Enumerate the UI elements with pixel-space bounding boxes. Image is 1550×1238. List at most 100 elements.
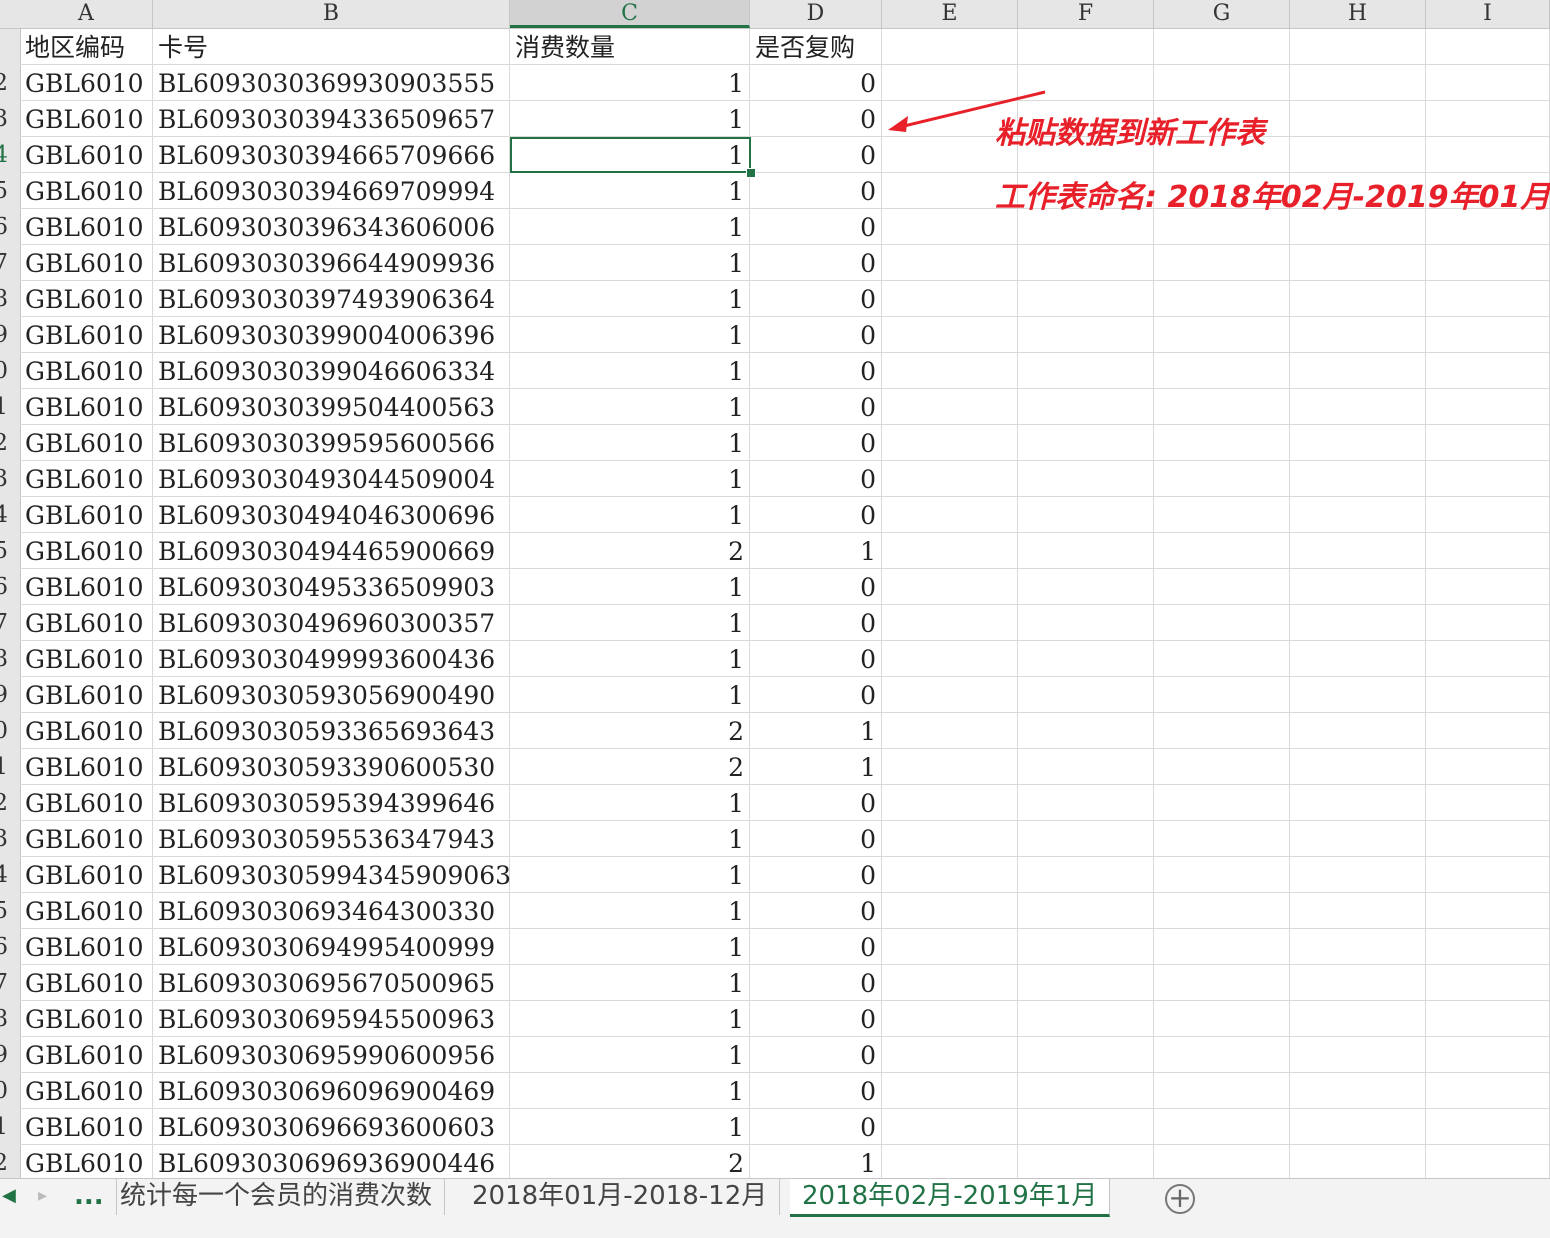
cell-c[interactable]: 1 — [510, 245, 750, 281]
empty-cell[interactable] — [1426, 65, 1550, 101]
cell-d[interactable]: 0 — [750, 317, 882, 353]
empty-cell[interactable] — [1290, 533, 1426, 569]
cell-b[interactable]: BL6093030399046606334 — [153, 353, 510, 389]
cell-d[interactable]: 0 — [750, 785, 882, 821]
empty-cell[interactable] — [1154, 425, 1290, 461]
empty-cell[interactable] — [1018, 677, 1154, 713]
empty-cell[interactable] — [1290, 857, 1426, 893]
cell-b[interactable]: BL6093030399504400563 — [153, 389, 510, 425]
empty-cell[interactable] — [882, 929, 1018, 965]
cell-a[interactable]: GBL6010 — [20, 461, 153, 497]
row-number[interactable]: 1 — [0, 749, 20, 785]
cell-c[interactable]: 1 — [510, 929, 750, 965]
cell-a[interactable]: GBL6010 — [20, 857, 153, 893]
cell-b[interactable]: BL6093030694995400999 — [153, 929, 510, 965]
empty-cell[interactable] — [1154, 497, 1290, 533]
cell-c[interactable]: 1 — [510, 461, 750, 497]
empty-cell[interactable] — [1426, 1109, 1550, 1145]
cell-b[interactable]: BL6093030394669709994 — [153, 173, 510, 209]
cell-c[interactable]: 1 — [510, 821, 750, 857]
cell-c[interactable]: 1 — [510, 785, 750, 821]
cell-d[interactable]: 0 — [750, 173, 882, 209]
empty-cell[interactable] — [1290, 245, 1426, 281]
empty-cell[interactable] — [1018, 929, 1154, 965]
row-number[interactable]: 2 — [0, 1145, 20, 1178]
row-number[interactable]: 9 — [0, 677, 20, 713]
cell-c[interactable]: 1 — [510, 1037, 750, 1073]
empty-cell[interactable] — [1426, 101, 1550, 137]
empty-cell[interactable] — [1154, 929, 1290, 965]
empty-cell[interactable] — [1426, 677, 1550, 713]
cell-d[interactable]: 0 — [750, 605, 882, 641]
empty-cell[interactable] — [882, 1001, 1018, 1037]
empty-cell[interactable] — [1018, 245, 1154, 281]
column-header-h[interactable]: H — [1290, 0, 1426, 28]
row-number[interactable]: 0 — [0, 1073, 20, 1109]
empty-cell[interactable] — [1154, 389, 1290, 425]
empty-cell[interactable] — [1426, 1073, 1550, 1109]
empty-cell[interactable] — [1154, 1037, 1290, 1073]
empty-cell[interactable] — [1018, 893, 1154, 929]
cell-d[interactable]: 0 — [750, 893, 882, 929]
empty-cell[interactable] — [1290, 605, 1426, 641]
empty-cell[interactable] — [882, 533, 1018, 569]
empty-cell[interactable] — [1290, 749, 1426, 785]
empty-cell[interactable] — [882, 677, 1018, 713]
row-number[interactable]: 0 — [0, 713, 20, 749]
empty-cell[interactable] — [1154, 1001, 1290, 1037]
empty-cell[interactable] — [1426, 641, 1550, 677]
row-number[interactable]: 6 — [0, 209, 20, 245]
cell-d[interactable]: 1 — [750, 749, 882, 785]
empty-cell[interactable] — [1154, 281, 1290, 317]
empty-cell[interactable] — [882, 965, 1018, 1001]
row-number[interactable]: 4 — [0, 137, 20, 173]
cell-a[interactable]: GBL6010 — [20, 569, 153, 605]
empty-cell[interactable] — [1426, 1037, 1550, 1073]
empty-cell[interactable] — [1290, 677, 1426, 713]
cell-a[interactable]: GBL6010 — [20, 173, 153, 209]
cell-b[interactable]: BL6093030695990600956 — [153, 1037, 510, 1073]
empty-cell[interactable] — [1290, 29, 1426, 65]
empty-cell[interactable] — [882, 425, 1018, 461]
cell-d[interactable]: 0 — [750, 497, 882, 533]
empty-cell[interactable] — [1018, 965, 1154, 1001]
empty-cell[interactable] — [1154, 317, 1290, 353]
empty-cell[interactable] — [1154, 1073, 1290, 1109]
empty-cell[interactable] — [882, 317, 1018, 353]
empty-cell[interactable] — [1290, 1145, 1426, 1178]
empty-cell[interactable] — [1426, 137, 1550, 173]
cell-d[interactable]: 1 — [750, 713, 882, 749]
empty-cell[interactable] — [1290, 929, 1426, 965]
empty-cell[interactable] — [1290, 137, 1426, 173]
empty-cell[interactable] — [1290, 281, 1426, 317]
cell-d[interactable]: 0 — [750, 965, 882, 1001]
empty-cell[interactable] — [1018, 785, 1154, 821]
cell-b[interactable]: BL6093030695670500965 — [153, 965, 510, 1001]
empty-cell[interactable] — [1290, 497, 1426, 533]
sheet-tab-active[interactable]: 2018年02月-2019年1月 — [790, 1179, 1111, 1217]
cell-b[interactable]: BL6093030399595600566 — [153, 425, 510, 461]
cell-b[interactable]: BL6093030396644909936 — [153, 245, 510, 281]
cell-d[interactable]: 0 — [750, 1109, 882, 1145]
cell-c[interactable]: 1 — [510, 65, 750, 101]
empty-cell[interactable] — [882, 1145, 1018, 1178]
empty-cell[interactable] — [1154, 245, 1290, 281]
cell-a[interactable]: 地区编码 — [20, 29, 153, 65]
row-number[interactable]: 5 — [0, 533, 20, 569]
spreadsheet-grid[interactable]: ABCDEFGHI 234567890123456789012345678901… — [0, 0, 1550, 1178]
empty-cell[interactable] — [882, 461, 1018, 497]
column-header-b[interactable]: B — [153, 0, 510, 28]
column-header-d[interactable]: D — [750, 0, 882, 28]
cell-b[interactable]: BL6093030499993600436 — [153, 641, 510, 677]
empty-cell[interactable] — [882, 281, 1018, 317]
cell-c[interactable]: 1 — [510, 641, 750, 677]
empty-cell[interactable] — [1290, 569, 1426, 605]
next-sheet-arrow-icon[interactable]: ▸ — [38, 1185, 47, 1206]
cell-c[interactable]: 1 — [510, 1073, 750, 1109]
empty-cell[interactable] — [1290, 641, 1426, 677]
empty-cell[interactable] — [1154, 713, 1290, 749]
cell-d[interactable]: 0 — [750, 677, 882, 713]
cell-c[interactable]: 1 — [510, 425, 750, 461]
cell-c[interactable]: 1 — [510, 317, 750, 353]
cell-b[interactable]: BL6093030593056900490 — [153, 677, 510, 713]
